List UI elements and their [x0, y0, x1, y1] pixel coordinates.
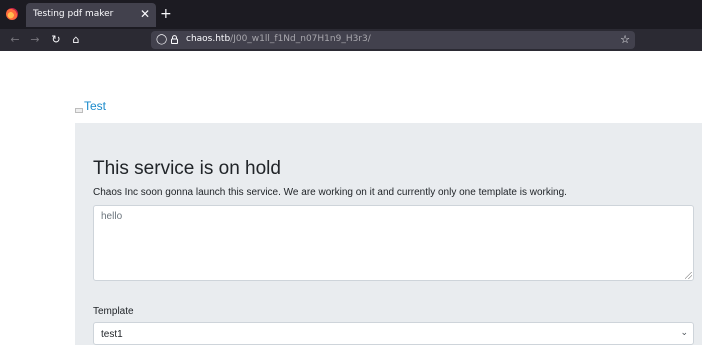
browser-tab-strip: Testing pdf maker ✕ +	[0, 0, 702, 29]
home-icon[interactable]: ⌂	[68, 32, 84, 48]
bookmark-star-icon[interactable]: ☆	[620, 33, 630, 46]
resize-handle-icon[interactable]	[685, 272, 692, 279]
tab-title: Testing pdf maker	[33, 9, 114, 19]
jumbotron: This service is on hold Chaos Inc soon g…	[75, 123, 702, 345]
url-path: /J00_w1ll_f1Nd_n07H1n9_H3r3/	[230, 34, 371, 44]
template-label: Template	[93, 306, 134, 317]
lock-icon[interactable]	[171, 35, 178, 44]
url-host: chaos.htb	[186, 34, 231, 44]
browser-tab[interactable]: Testing pdf maker ✕	[26, 3, 156, 27]
browser-toolbar: ← → ↻ ⌂ ◯ chaos.htb/J00_w1ll_f1Nd_n07H1n…	[0, 29, 702, 51]
back-arrow-icon[interactable]: ←	[7, 32, 23, 48]
url-text[interactable]: chaos.htb/J00_w1ll_f1Nd_n07H1n9_H3r3/	[186, 34, 371, 44]
firefox-icon[interactable]	[6, 8, 18, 20]
template-select[interactable]: test1 ⌄	[93, 322, 694, 345]
forward-arrow-icon[interactable]: →	[27, 32, 43, 48]
chevron-down-icon: ⌄	[680, 328, 688, 338]
close-tab-icon[interactable]: ✕	[140, 7, 150, 21]
template-selected-value: test1	[101, 329, 123, 340]
navbar-brand-link[interactable]: Test	[84, 99, 106, 113]
page-title: This service is on hold	[93, 158, 281, 179]
textarea-value: hello	[101, 211, 123, 222]
page-content: Test This service is on hold Chaos Inc s…	[0, 51, 702, 345]
page-description: Chaos Inc soon gonna launch this service…	[93, 187, 567, 198]
broken-image-icon	[75, 108, 83, 113]
shield-icon[interactable]: ◯	[156, 34, 167, 46]
content-textarea[interactable]: hello	[93, 205, 694, 281]
new-tab-button[interactable]: +	[160, 7, 172, 21]
reload-icon[interactable]: ↻	[48, 32, 64, 48]
address-bar[interactable]: ◯ chaos.htb/J00_w1ll_f1Nd_n07H1n9_H3r3/ …	[151, 31, 635, 49]
